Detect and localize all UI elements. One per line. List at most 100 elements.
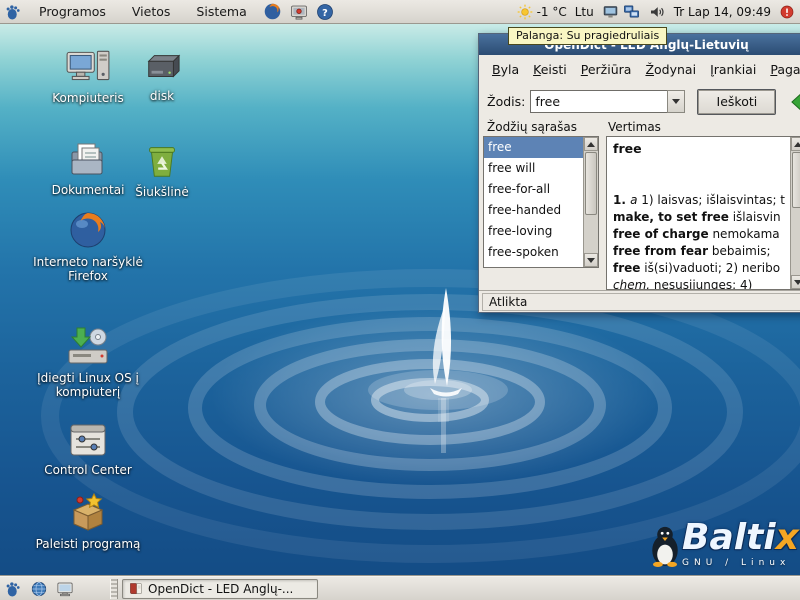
opendict-window: OpenDict - LED Anglų-Lietuvių Byla Keist… bbox=[478, 33, 800, 313]
desktop-icon-label: Paleisti programą bbox=[36, 537, 141, 551]
baltix-menu-icon[interactable] bbox=[3, 2, 23, 22]
menu-label: eisti bbox=[541, 62, 567, 77]
menu-byla[interactable]: Byla bbox=[485, 58, 526, 81]
scrollbar-track[interactable] bbox=[791, 151, 800, 275]
baltix-branding: Baltix GNU / Linux bbox=[648, 520, 799, 568]
translation-line: chem. nesusijungęs; 4) bbox=[613, 277, 784, 289]
menu-label: odynai bbox=[654, 62, 696, 77]
search-button[interactable]: Ieškoti bbox=[697, 89, 776, 115]
menu-pagalba[interactable]: Pagalba bbox=[763, 58, 800, 81]
keyboard-layout-indicator[interactable]: Ltu bbox=[575, 5, 594, 19]
translation-line: 1. a 1) laisvas; išlaisvintas; t bbox=[613, 192, 784, 209]
firefox-launcher-icon[interactable] bbox=[263, 2, 283, 22]
translation-headword: free bbox=[613, 141, 784, 156]
translation-line: free of charge nemokama bbox=[613, 226, 784, 243]
taskbar-window-button[interactable]: OpenDict - LED Anglų-... bbox=[122, 579, 318, 599]
brand-name: Balti bbox=[682, 517, 776, 558]
tux-icon bbox=[648, 524, 682, 568]
menu-keisti[interactable]: Keisti bbox=[526, 58, 574, 81]
desktop-icon-label: Įdiegti Linux OS į kompiuterį bbox=[30, 371, 146, 399]
desktop-icon-label: Control Center bbox=[44, 463, 132, 477]
svg-text:?: ? bbox=[322, 7, 328, 18]
translation-view[interactable]: free 1. a 1) laisvas; išlaisvintas; t ma… bbox=[606, 136, 800, 290]
sun-icon bbox=[517, 4, 533, 20]
word-list-label: Žodžių sąrašas bbox=[487, 120, 577, 134]
search-row: Žodis: Ieškoti bbox=[479, 83, 800, 120]
desktop-icon-label: Interneto naršyklė Firefox bbox=[33, 255, 143, 283]
menu-programos[interactable]: Programos bbox=[26, 0, 119, 24]
weather-tooltip: Palanga: Su pragiedruliais bbox=[508, 27, 667, 45]
help-icon[interactable]: ? bbox=[315, 2, 335, 22]
menu-irankiai[interactable]: Įrankiai bbox=[703, 58, 763, 81]
weather-applet[interactable]: -1 °C bbox=[517, 4, 567, 20]
desktop-icon-firefox[interactable]: Interneto naršyklė Firefox bbox=[33, 208, 143, 283]
translation-label: Vertimas bbox=[608, 120, 661, 134]
word-list-rows: free free will free-for-all free-handed … bbox=[484, 137, 583, 267]
back-icon[interactable] bbox=[788, 89, 800, 115]
menu-sistema[interactable]: Sistema bbox=[183, 0, 259, 24]
control-center-icon bbox=[66, 420, 110, 460]
bottom-panel: OpenDict - LED Anglų-... bbox=[0, 576, 800, 600]
word-list-item[interactable]: free-spoken bbox=[484, 242, 583, 263]
documents-icon bbox=[65, 140, 111, 180]
brand-accent-letter: x bbox=[776, 517, 799, 558]
volume-icon[interactable] bbox=[648, 3, 666, 21]
word-list-item[interactable]: free-handed bbox=[484, 200, 583, 221]
scroll-up-icon[interactable] bbox=[791, 137, 800, 151]
word-list-item[interactable]: free-for-all bbox=[484, 179, 583, 200]
word-list-item[interactable]: free bbox=[484, 137, 583, 158]
scroll-down-icon[interactable] bbox=[584, 253, 598, 267]
show-desktop-icon[interactable] bbox=[55, 579, 75, 599]
screenshot-tool-icon[interactable] bbox=[289, 2, 309, 22]
menu-label: yla bbox=[501, 62, 520, 77]
word-list-item[interactable]: free will bbox=[484, 158, 583, 179]
network-monitor-icon[interactable] bbox=[623, 3, 640, 20]
scroll-down-icon[interactable] bbox=[791, 275, 800, 289]
baltix-icon[interactable] bbox=[3, 579, 23, 599]
combo-dropdown-button[interactable] bbox=[667, 90, 685, 113]
desktop-icon-siuksline[interactable]: Šiukšlinė bbox=[120, 140, 204, 199]
menu-accel: Ž bbox=[645, 62, 654, 77]
desktop-icon-disk[interactable]: disk bbox=[120, 48, 204, 103]
web-browser-icon[interactable] bbox=[29, 579, 49, 599]
word-list-item[interactable]: free-loving bbox=[484, 221, 583, 242]
brand-subtitle: GNU / Linux bbox=[682, 559, 799, 568]
translation-line: free iš(si)vaduoti; 2) neribo bbox=[613, 260, 784, 277]
taskbar-window-title: OpenDict - LED Anglų-... bbox=[148, 582, 293, 596]
window-list-handle[interactable] bbox=[110, 579, 118, 599]
dictionary-icon bbox=[128, 581, 143, 596]
scrollbar-thumb[interactable] bbox=[792, 152, 800, 208]
desktop-icon-installer[interactable]: Įdiegti Linux OS į kompiuterį bbox=[30, 326, 146, 399]
translation-line: free from fear bebaimis; bbox=[613, 243, 784, 260]
menu-label: rankiai bbox=[714, 62, 757, 77]
menu-vietos[interactable]: Vietos bbox=[119, 0, 184, 24]
menu-accel: P bbox=[581, 62, 588, 77]
desktop-icon-label: Dokumentai bbox=[52, 183, 125, 197]
desktop-icon-label: disk bbox=[150, 89, 174, 103]
clock-applet[interactable]: Tr Lap 14, 09:49 bbox=[674, 5, 771, 19]
status-text: Atlikta bbox=[489, 295, 527, 309]
menu-accel: B bbox=[492, 62, 501, 77]
menu-zodynai[interactable]: Žodynai bbox=[638, 58, 703, 81]
run-program-icon bbox=[66, 490, 110, 534]
scrollbar-thumb[interactable] bbox=[585, 152, 597, 215]
translation-scrollbar[interactable] bbox=[790, 137, 800, 289]
desktop-icon-label: Kompiuteris bbox=[52, 91, 123, 105]
trash-icon bbox=[141, 140, 183, 182]
window-statusbar: Atlikta bbox=[479, 290, 800, 312]
desktop-icon-control-center[interactable]: Control Center bbox=[33, 420, 143, 477]
menu-perziura[interactable]: Peržiūra bbox=[574, 58, 639, 81]
scrollbar-track[interactable] bbox=[584, 151, 598, 253]
top-panel: Programos Vietos Sistema ? bbox=[0, 0, 800, 24]
desktop-icon-run-program[interactable]: Paleisti programą bbox=[33, 490, 143, 551]
weather-temperature: -1 °C bbox=[537, 5, 567, 19]
notification-icon[interactable] bbox=[779, 4, 795, 20]
desktop-icon-label: Šiukšlinė bbox=[135, 185, 188, 199]
word-label: Žodis: bbox=[487, 94, 530, 109]
word-input[interactable] bbox=[530, 90, 667, 113]
word-list-scrollbar[interactable] bbox=[583, 137, 598, 267]
computer-icon bbox=[65, 46, 111, 88]
translation-line: make, to set free išlaisvin bbox=[613, 209, 784, 226]
display-icon[interactable] bbox=[602, 3, 619, 20]
scroll-up-icon[interactable] bbox=[584, 137, 598, 151]
